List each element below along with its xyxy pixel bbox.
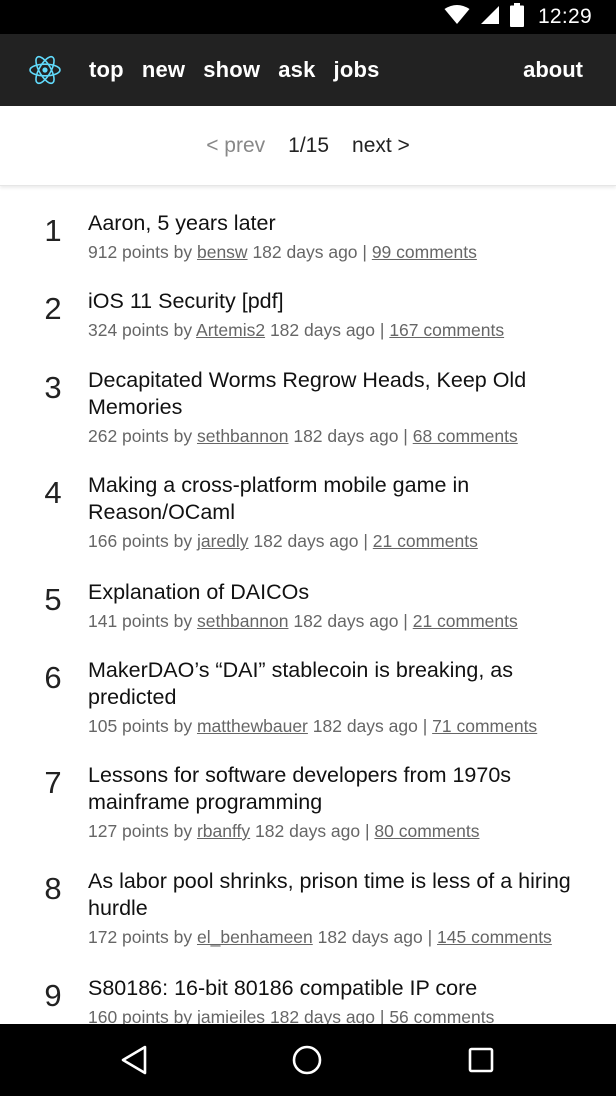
react-atom-icon[interactable] <box>28 50 62 90</box>
story-author-link[interactable]: Artemis2 <box>196 320 265 340</box>
story-meta: 160 points by jamieiles 182 days ago | 5… <box>88 1005 598 1024</box>
page-count: 1/15 <box>288 133 330 157</box>
story-points: 105 points by <box>88 716 193 736</box>
story-meta: 262 points by sethbannon 182 days ago | … <box>88 424 598 448</box>
story-author-link[interactable]: matthewbauer <box>197 716 308 736</box>
story-rank: 1 <box>44 213 62 248</box>
story-time: 182 days ago | <box>312 716 428 736</box>
nav-show[interactable]: show <box>203 57 260 83</box>
story-comments-link[interactable]: 68 comments <box>413 426 518 446</box>
story-time: 182 days ago | <box>255 821 370 841</box>
story-rank: 2 <box>44 291 62 326</box>
nav-new[interactable]: new <box>142 57 185 83</box>
story-comments-link[interactable]: 21 comments <box>413 611 518 631</box>
story-time: 182 days ago | <box>293 426 408 446</box>
story-time: 182 days ago | <box>269 320 385 340</box>
story-points: 324 points by <box>88 320 193 340</box>
cell-signal-icon <box>480 5 500 30</box>
story-author-link[interactable]: jamieiles <box>197 1007 265 1024</box>
story-comments-link[interactable]: 21 comments <box>373 531 478 551</box>
story-time: 182 days ago | <box>253 531 368 551</box>
story-meta: 912 points by bensw 182 days ago | 99 co… <box>88 240 598 264</box>
story-meta: 324 points by Artemis2 182 days ago | 16… <box>88 318 598 342</box>
story-points: 141 points by <box>88 611 193 631</box>
story-comments-link[interactable]: 71 comments <box>432 716 537 736</box>
status-icons: 12:29 <box>444 0 592 34</box>
story-title-link[interactable]: Decapitated Worms Regrow Heads, Keep Old… <box>88 367 598 421</box>
prev-page-link[interactable]: < prev <box>206 134 265 158</box>
story-title-link[interactable]: Aaron, 5 years later <box>88 210 598 237</box>
story-title-link[interactable]: MakerDAO’s “DAI” stablecoin is breaking,… <box>88 657 598 711</box>
story-points: 160 points by <box>88 1007 193 1024</box>
story-time: 182 days ago | <box>269 1007 385 1024</box>
story-points: 166 points by <box>88 531 193 551</box>
story-comments-link[interactable]: 145 comments <box>437 927 552 947</box>
story-list: 1 Aaron, 5 years later 912 points by ben… <box>0 186 616 1024</box>
story-comments-link[interactable]: 56 comments <box>389 1007 494 1024</box>
app-header: top new show ask jobs about <box>0 34 616 106</box>
pagination-bar: < prev 1/15 next > <box>0 106 616 186</box>
story-title-link[interactable]: As labor pool shrinks, prison time is le… <box>88 868 598 922</box>
recents-icon[interactable] <box>463 1042 499 1078</box>
story-meta: 141 points by sethbannon 182 days ago | … <box>88 609 598 633</box>
story-rank: 6 <box>44 660 62 695</box>
story-points: 262 points by <box>88 426 193 446</box>
story-title-link[interactable]: Lessons for software developers from 197… <box>88 762 598 816</box>
story-author-link[interactable]: rbanffy <box>197 821 250 841</box>
story-meta: 105 points by matthewbauer 182 days ago … <box>88 714 598 738</box>
story-comments-link[interactable]: 99 comments <box>372 242 477 262</box>
status-time: 12:29 <box>537 5 592 28</box>
story-comments-link[interactable]: 167 comments <box>389 320 504 340</box>
main-nav: top new show ask jobs <box>89 34 398 106</box>
story-title-link[interactable]: Explanation of DAICOs <box>88 579 598 606</box>
story-time: 182 days ago | <box>317 927 433 947</box>
story-rank: 4 <box>44 475 62 510</box>
story-rank: 9 <box>44 978 62 1013</box>
story-rank: 3 <box>44 370 62 405</box>
story-author-link[interactable]: sethbannon <box>197 426 288 446</box>
story-time: 182 days ago | <box>252 242 367 262</box>
nav-jobs[interactable]: jobs <box>334 57 380 83</box>
story-title-link[interactable]: iOS 11 Security [pdf] <box>88 288 598 315</box>
story-comments-link[interactable]: 80 comments <box>374 821 479 841</box>
story-title-link[interactable]: S80186: 16-bit 80186 compatible IP core <box>88 975 598 1002</box>
story-time: 182 days ago | <box>293 611 408 631</box>
next-page-link[interactable]: next > <box>352 134 410 158</box>
nav-about[interactable]: about <box>523 34 583 106</box>
story-meta: 127 points by rbanffy 182 days ago | 80 … <box>88 819 598 843</box>
nav-top[interactable]: top <box>89 57 124 83</box>
story-meta: 172 points by el_benhameen 182 days ago … <box>88 925 598 949</box>
story-meta: 166 points by jaredly 182 days ago | 21 … <box>88 529 598 553</box>
story-rank: 7 <box>44 765 62 800</box>
story-points: 127 points by <box>88 821 193 841</box>
battery-icon <box>509 2 524 32</box>
story-author-link[interactable]: bensw <box>197 242 248 262</box>
story-author-link[interactable]: jaredly <box>197 531 249 551</box>
story-rank: 5 <box>44 582 62 617</box>
nav-ask[interactable]: ask <box>278 57 315 83</box>
story-title-link[interactable]: Making a cross-platform mobile game in R… <box>88 472 598 526</box>
story-points: 172 points by <box>88 927 193 947</box>
status-bar: 12:29 <box>0 0 616 34</box>
story-author-link[interactable]: el_benhameen <box>197 927 313 947</box>
home-icon[interactable] <box>289 1042 325 1078</box>
story-points: 912 points by <box>88 242 193 262</box>
back-icon[interactable] <box>116 1042 152 1078</box>
system-nav-bar <box>0 1024 616 1096</box>
story-author-link[interactable]: sethbannon <box>197 611 288 631</box>
wifi-icon <box>444 4 470 30</box>
story-rank: 8 <box>44 871 62 906</box>
